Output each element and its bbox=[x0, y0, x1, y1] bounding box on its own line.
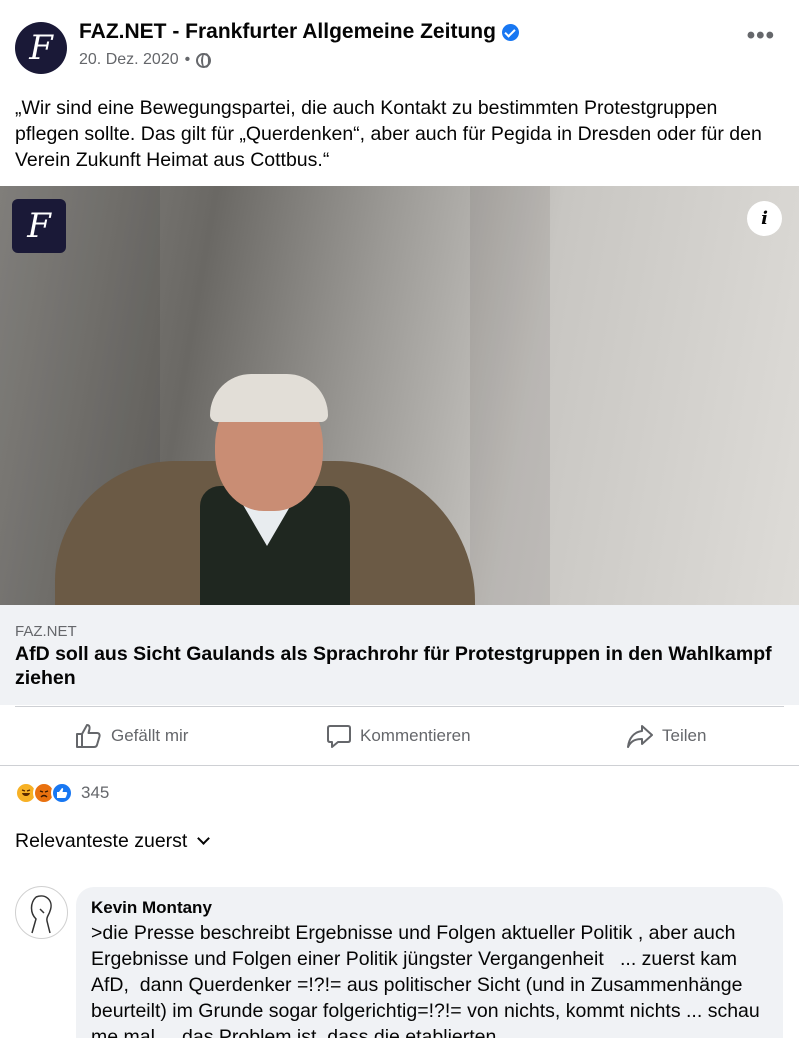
link-preview-box[interactable]: FAZ.NET AfD soll aus Sicht Gaulands als … bbox=[0, 605, 799, 705]
like-button[interactable]: Gefällt mir bbox=[75, 708, 188, 764]
globe-icon bbox=[196, 52, 212, 68]
commenter-avatar[interactable] bbox=[15, 886, 68, 939]
thumbs-up-icon bbox=[76, 724, 101, 748]
more-options-icon[interactable]: ••• bbox=[747, 22, 775, 50]
link-domain: FAZ.NET bbox=[15, 623, 77, 640]
faz-logo-letter: F bbox=[27, 206, 51, 246]
share-icon bbox=[627, 725, 653, 748]
post-date[interactable]: 20. Dez. 2020 bbox=[79, 51, 179, 69]
divider bbox=[15, 706, 784, 707]
share-label: Teilen bbox=[662, 726, 707, 745]
comment-bubble: Kevin Montany >die Presse beschreibt Erg… bbox=[76, 887, 783, 1038]
post-text: „Wir sind eine Bewegungspartei, die auch… bbox=[15, 97, 762, 171]
comment-author[interactable]: Kevin Montany bbox=[91, 898, 212, 918]
sort-label: Relevanteste zuerst bbox=[15, 830, 188, 852]
post-meta: 20. Dez. 2020 • bbox=[79, 51, 212, 69]
like-reaction-icon bbox=[51, 782, 73, 804]
info-icon[interactable]: i bbox=[747, 201, 782, 236]
comment-sort-dropdown[interactable]: Relevanteste zuerst bbox=[15, 830, 211, 853]
page-avatar-logo: F bbox=[29, 28, 53, 68]
comment-text: >die Presse beschreibt Ergebnisse und Fo… bbox=[91, 922, 766, 1038]
meta-separator: • bbox=[184, 51, 191, 68]
page-name-link[interactable]: FAZ.NET - Frankfurter Allgemeine Zeitung bbox=[79, 20, 519, 44]
comment-icon bbox=[327, 725, 351, 748]
verified-badge-icon bbox=[501, 23, 519, 41]
faz-logo-icon: F bbox=[12, 199, 66, 253]
comment-button[interactable]: Kommentieren bbox=[326, 708, 471, 764]
comment-label: Kommentieren bbox=[360, 726, 471, 745]
reaction-count: 345 bbox=[81, 783, 110, 802]
divider bbox=[0, 765, 799, 766]
page-avatar[interactable]: F bbox=[15, 22, 67, 74]
link-preview-image[interactable] bbox=[0, 186, 799, 605]
action-bar: Gefällt mir Kommentieren Teilen bbox=[0, 708, 799, 764]
like-label: Gefällt mir bbox=[111, 726, 189, 745]
chevron-down-icon bbox=[197, 832, 211, 845]
share-button[interactable]: Teilen bbox=[626, 708, 706, 764]
page-name[interactable]: FAZ.NET - Frankfurter Allgemeine Zeitung bbox=[79, 20, 496, 44]
link-title[interactable]: AfD soll aus Sicht Gaulands als Sprachro… bbox=[15, 642, 785, 690]
reactions-summary[interactable]: 345 bbox=[15, 781, 109, 805]
post-header: F FAZ.NET - Frankfurter Allgemeine Zeitu… bbox=[0, 0, 799, 90]
